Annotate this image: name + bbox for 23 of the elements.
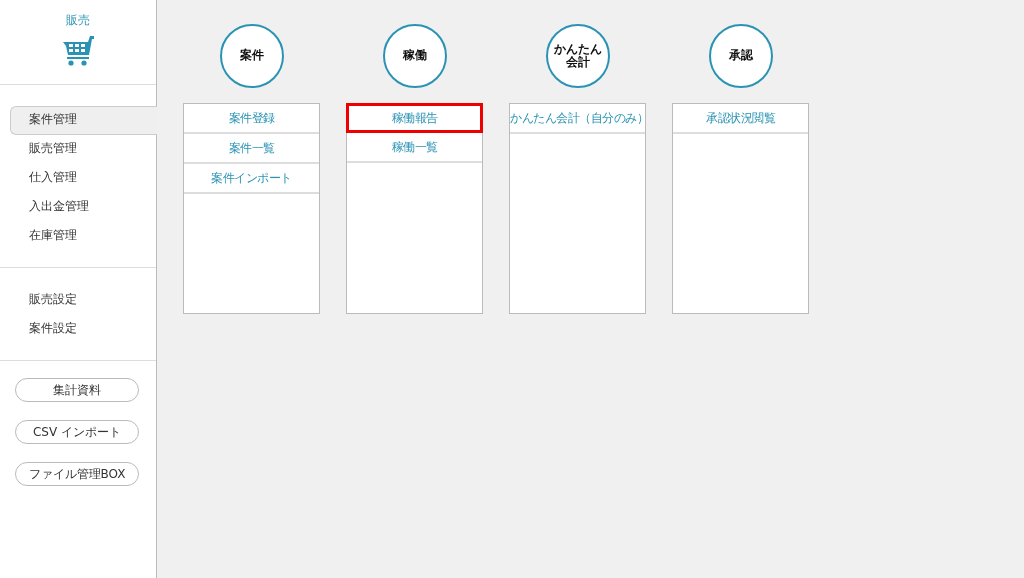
menu-link[interactable]: 案件登録 xyxy=(184,104,319,134)
menu-link[interactable]: 案件インポート xyxy=(184,164,319,194)
sidebar-item[interactable]: 入出金管理 xyxy=(10,193,156,222)
sidebar-item[interactable]: 仕入管理 xyxy=(10,164,156,193)
sidebar-item[interactable]: 案件管理 xyxy=(10,106,157,135)
sidebar-item[interactable]: 販売管理 xyxy=(10,135,156,164)
sidebar-button[interactable]: 集計資料 xyxy=(15,378,139,402)
sidebar-item[interactable]: 案件設定 xyxy=(10,315,156,344)
menu-link[interactable]: かんたん会計（自分のみ） xyxy=(510,104,645,134)
menu-link[interactable]: 承認状況閲覧 xyxy=(673,104,808,134)
sidebar-item[interactable]: 在庫管理 xyxy=(10,222,156,251)
sidebar-item[interactable]: 販売設定 xyxy=(10,286,156,315)
category-title: 稼働 xyxy=(402,49,427,63)
category-title: 承認 xyxy=(728,49,753,63)
shopping-cart-icon xyxy=(61,33,95,67)
menu-link[interactable]: 稼働報告 xyxy=(346,103,483,133)
category-title: 案件 xyxy=(239,49,264,63)
menu-link[interactable]: 稼働一覧 xyxy=(347,133,482,163)
sidebar-button[interactable]: ファイル管理BOX xyxy=(15,462,139,486)
section-title: 販売 xyxy=(66,12,90,29)
menu-link[interactable]: 案件一覧 xyxy=(184,134,319,164)
category-title: かんたん会計 xyxy=(552,42,603,70)
sidebar-button[interactable]: CSV インポート xyxy=(15,420,139,444)
